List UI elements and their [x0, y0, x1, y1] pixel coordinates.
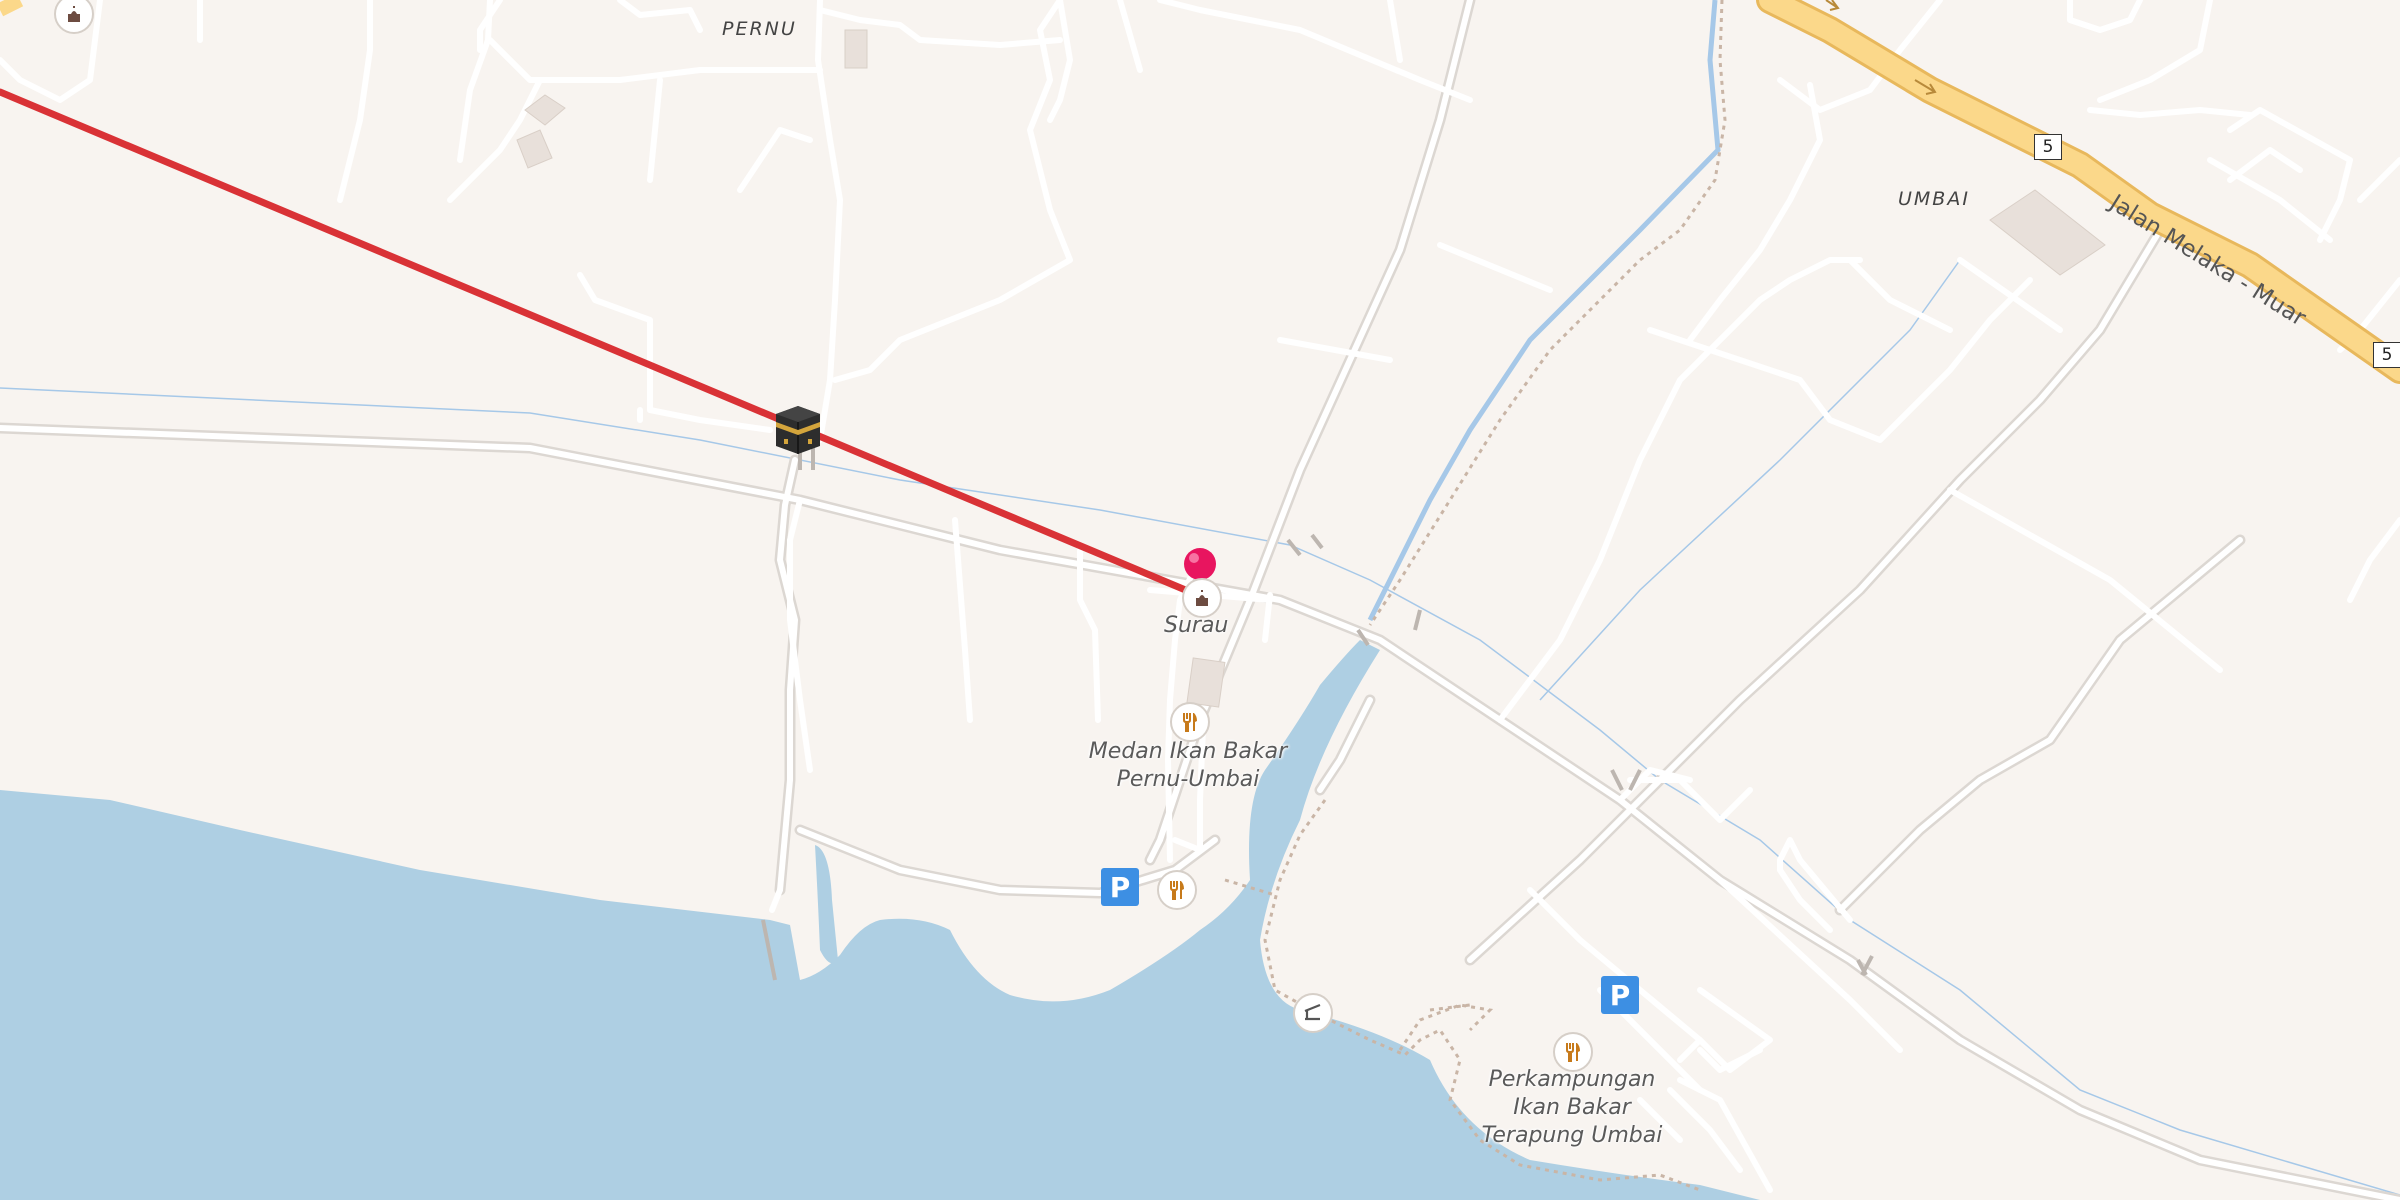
- oneway-arrows: [1825, 0, 1937, 95]
- map-canvas[interactable]: PERNU UMBAI Jalan Melaka - Muar 5 5 Sura…: [0, 0, 2400, 1200]
